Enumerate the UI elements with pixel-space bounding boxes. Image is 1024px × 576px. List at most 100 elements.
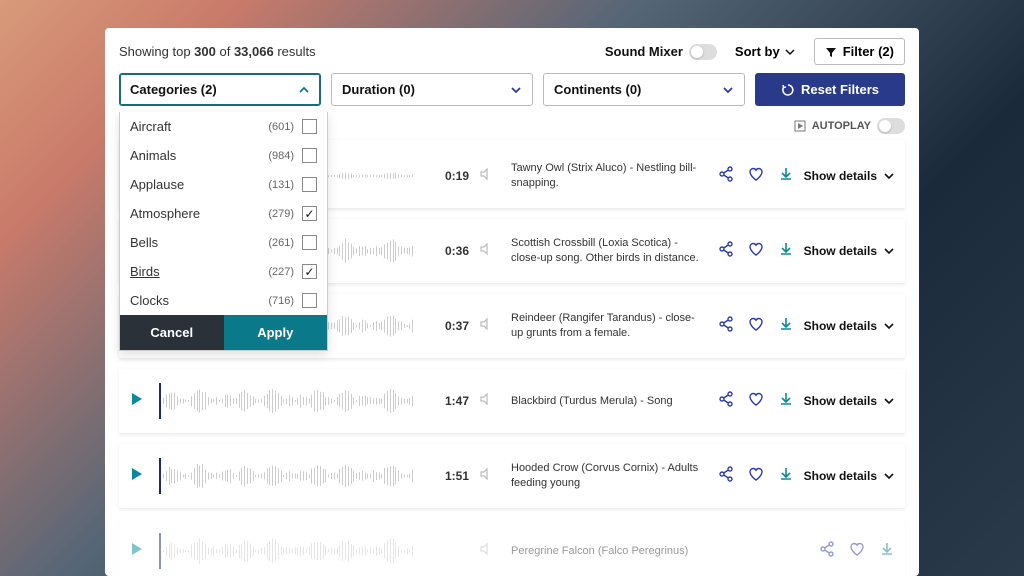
category-name: Atmosphere (130, 206, 268, 221)
refresh-icon (781, 83, 795, 97)
duration-label: 1:51 (429, 469, 469, 483)
duration-filter[interactable]: Duration (0) (331, 73, 533, 106)
categories-actions: Cancel Apply (120, 315, 327, 350)
share-icon[interactable] (718, 316, 734, 337)
showing-suffix: results (274, 44, 316, 59)
showing-mid: of (216, 44, 234, 59)
chevron-down-icon (722, 84, 734, 96)
reset-filters-label: Reset Filters (801, 82, 879, 97)
share-icon[interactable] (718, 241, 734, 262)
sort-by-button[interactable]: Sort by (735, 44, 796, 59)
show-details-button[interactable]: Show details (804, 244, 895, 258)
show-details-button[interactable]: Show details (804, 169, 895, 183)
toggle-icon[interactable] (689, 44, 717, 60)
share-icon[interactable] (718, 391, 734, 412)
category-name: Animals (130, 148, 268, 163)
heart-icon[interactable] (748, 391, 764, 412)
categories-filter-label: Categories (2) (130, 82, 217, 97)
waveform[interactable] (159, 458, 419, 494)
download-icon[interactable] (778, 166, 794, 187)
download-icon[interactable] (879, 541, 895, 562)
heart-icon[interactable] (748, 241, 764, 262)
download-icon[interactable] (778, 316, 794, 337)
filter-button[interactable]: Filter (2) (814, 38, 905, 65)
chevron-down-icon (784, 46, 796, 58)
cancel-button[interactable]: Cancel (120, 315, 224, 350)
mixer-add-icon[interactable] (479, 317, 493, 336)
sound-description: Tawny Owl (Strix Aluco) - Nestling bill-… (503, 161, 708, 191)
showing-count: 300 (194, 44, 216, 59)
category-item[interactable]: Clocks(716) (120, 286, 327, 315)
checkbox-icon[interactable] (302, 206, 317, 221)
reset-filters-button[interactable]: Reset Filters (755, 73, 905, 106)
play-button[interactable] (129, 466, 149, 486)
share-icon[interactable] (718, 166, 734, 187)
chevron-down-icon (883, 470, 895, 482)
checkbox-icon[interactable] (302, 177, 317, 192)
category-count: (601) (268, 121, 294, 133)
play-button[interactable] (129, 391, 149, 411)
funnel-icon (825, 46, 837, 58)
checkbox-icon[interactable] (302, 148, 317, 163)
showing-prefix: Showing top (119, 44, 194, 59)
checkbox-icon[interactable] (302, 119, 317, 134)
heart-icon[interactable] (748, 316, 764, 337)
heart-icon[interactable] (748, 166, 764, 187)
sound-mixer-label: Sound Mixer (605, 44, 683, 59)
showing-total: 33,066 (234, 44, 274, 59)
mixer-add-icon[interactable] (479, 542, 493, 561)
play-button[interactable] (129, 541, 149, 561)
category-item[interactable]: Animals(984) (120, 141, 327, 170)
sound-description: Scottish Crossbill (Loxia Scotica) - clo… (503, 236, 708, 266)
checkbox-icon[interactable] (302, 293, 317, 308)
share-icon[interactable] (819, 541, 835, 562)
chevron-down-icon (883, 320, 895, 332)
category-item[interactable]: Birds(227) (120, 257, 327, 286)
duration-filter-label: Duration (0) (342, 82, 415, 97)
apply-button[interactable]: Apply (224, 315, 328, 350)
duration-label: 0:37 (429, 319, 469, 333)
show-details-button[interactable]: Show details (804, 469, 895, 483)
sound-mixer-toggle[interactable]: Sound Mixer (605, 44, 717, 60)
download-icon[interactable] (778, 391, 794, 412)
show-details-label: Show details (804, 394, 877, 408)
waveform[interactable] (159, 383, 419, 419)
results-count: Showing top 300 of 33,066 results (119, 44, 316, 59)
continents-filter[interactable]: Continents (0) (543, 73, 745, 106)
categories-filter[interactable]: Categories (2) (119, 73, 321, 106)
waveform[interactable] (159, 533, 419, 569)
category-item[interactable]: Applause(131) (120, 170, 327, 199)
top-bar: Showing top 300 of 33,066 results Sound … (105, 28, 919, 73)
mixer-add-icon[interactable] (479, 242, 493, 261)
mixer-add-icon[interactable] (479, 167, 493, 186)
continents-filter-label: Continents (0) (554, 82, 641, 97)
category-item[interactable]: Bells(261) (120, 228, 327, 257)
chevron-down-icon (510, 84, 522, 96)
duration-label: 0:19 (429, 169, 469, 183)
filters-row: Categories (2) Duration (0) Continents (… (105, 73, 919, 116)
show-details-button[interactable]: Show details (804, 319, 895, 333)
mixer-add-icon[interactable] (479, 392, 493, 411)
show-details-label: Show details (804, 169, 877, 183)
checkbox-icon[interactable] (302, 264, 317, 279)
row-actions (718, 241, 794, 262)
autoplay-icon (794, 120, 806, 132)
category-count: (131) (268, 179, 294, 191)
share-icon[interactable] (718, 466, 734, 487)
autoplay-toggle[interactable] (877, 118, 905, 134)
download-icon[interactable] (778, 241, 794, 262)
category-count: (279) (268, 208, 294, 220)
download-icon[interactable] (778, 466, 794, 487)
chevron-down-icon (883, 170, 895, 182)
checkbox-icon[interactable] (302, 235, 317, 250)
category-name: Applause (130, 177, 268, 192)
duration-label: 1:47 (429, 394, 469, 408)
sound-description: Reindeer (Rangifer Tarandus) - close-up … (503, 311, 708, 341)
heart-icon[interactable] (748, 466, 764, 487)
category-item[interactable]: Atmosphere(279) (120, 199, 327, 228)
heart-icon[interactable] (849, 541, 865, 562)
mixer-add-icon[interactable] (479, 467, 493, 486)
category-item[interactable]: Aircraft(601) (120, 112, 327, 141)
duration-label: 0:36 (429, 244, 469, 258)
show-details-button[interactable]: Show details (804, 394, 895, 408)
